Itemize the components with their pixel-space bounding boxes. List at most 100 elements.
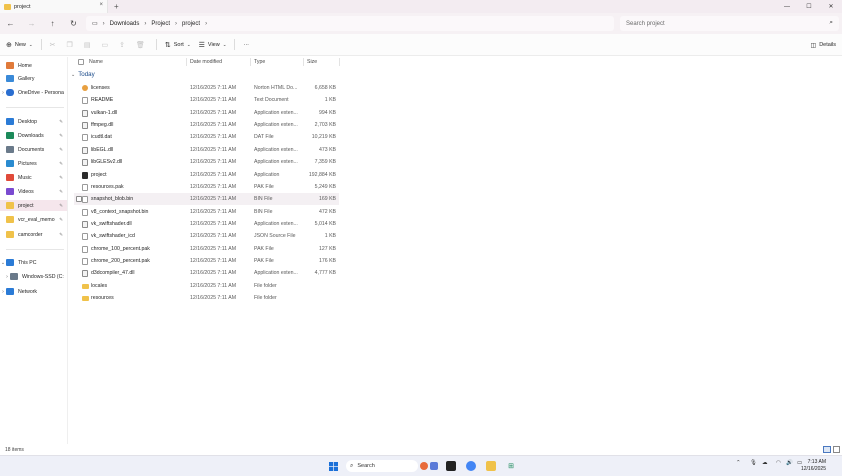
- share-button[interactable]: ⇪: [115, 34, 132, 56]
- new-tab-button[interactable]: +: [114, 2, 119, 11]
- cut-button[interactable]: ✂: [46, 34, 63, 56]
- wifi-icon[interactable]: ◠: [776, 460, 781, 466]
- breadcrumb-project[interactable]: project: [182, 21, 200, 27]
- table-row[interactable]: vk_swiftshader_icd 12/16/2025 7:11 AM JSON…: [74, 230, 339, 242]
- file-date-modified: 12/16/2025 7:11 AM: [190, 146, 237, 153]
- file-size: 1 KB: [324, 233, 336, 240]
- sidebar-item-downloads[interactable]: Downloads ✎: [0, 130, 67, 141]
- table-row[interactable]: libGLESv2.dll 12/16/2025 7:11 AM Applicati…: [74, 156, 339, 168]
- tab-close-icon[interactable]: ×: [99, 2, 103, 8]
- back-button[interactable]: ←: [0, 13, 21, 34]
- table-row[interactable]: README 12/16/2025 7:11 AM Text Document 1 K…: [74, 94, 339, 106]
- select-all-checkbox[interactable]: [78, 59, 84, 65]
- forward-button[interactable]: →: [21, 13, 42, 34]
- sidebar-item-label: Desktop: [18, 118, 38, 125]
- breadcrumb-downloads[interactable]: Downloads: [110, 21, 140, 27]
- copy-button[interactable]: ❐: [63, 34, 80, 56]
- breadcrumb-project-parent[interactable]: Project: [151, 21, 170, 27]
- app-icon[interactable]: ⊞: [506, 461, 516, 471]
- sidebar-item-label: Videos: [18, 188, 34, 195]
- sidebar-item-network[interactable]: › Network: [0, 286, 67, 297]
- file-type: BIN File: [254, 208, 273, 215]
- sidebar-item-project[interactable]: project ✎: [0, 200, 67, 211]
- divider: [303, 58, 304, 66]
- file-explorer-icon[interactable]: [486, 461, 496, 471]
- file-size: 10,219 KB: [311, 134, 336, 141]
- refresh-button[interactable]: ↻: [63, 13, 84, 34]
- sidebar-item-windows-ssd[interactable]: › Windows-SSD (C:: [0, 271, 67, 282]
- sidebar-item-gallery[interactable]: Gallery: [0, 73, 67, 84]
- table-row[interactable]: libEGL.dll 12/16/2025 7:11 AM Application …: [74, 144, 339, 156]
- rename-button[interactable]: ▭: [97, 34, 115, 56]
- microphone-icon[interactable]: 🎙: [750, 460, 757, 466]
- table-row[interactable]: ffmpeg.dll 12/16/2025 7:11 AM Application …: [74, 119, 339, 131]
- sidebar-item-documents[interactable]: Documents ✎: [0, 144, 67, 155]
- command-bar: ⊕ New ⌄ ✂ ❐ ▤ ▭ ⇪ 🗑 ⇅ Sort ⌄ ☰ View ⌄ ··…: [0, 34, 842, 56]
- chrome-icon[interactable]: [466, 461, 476, 471]
- file-date-modified: 12/16/2025 7:11 AM: [190, 97, 237, 104]
- clock[interactable]: 7:13 AM 12/16/2025: [801, 459, 826, 472]
- sidebar-item-videos[interactable]: Videos ✎: [0, 186, 67, 197]
- arrow-right-icon: →: [27, 19, 36, 28]
- file-name: resources: [91, 295, 114, 302]
- minimize-button[interactable]: —: [776, 0, 798, 13]
- sidebar-item-vcr-eval-memo[interactable]: vcr_eval_memo ✎: [0, 214, 67, 225]
- sidebar-item-home[interactable]: Home: [0, 60, 67, 71]
- file-icon: [82, 134, 88, 142]
- delete-button[interactable]: 🗑: [132, 34, 152, 56]
- more-options-button[interactable]: ···: [239, 34, 253, 56]
- file-name: d3dcompiler_47.dll: [91, 270, 135, 277]
- start-button[interactable]: [328, 461, 338, 471]
- sidebar-item-pictures[interactable]: Pictures ✎: [0, 158, 67, 169]
- table-row[interactable]: locales 12/16/2025 7:11 AM File folder: [74, 280, 339, 292]
- details-view-button[interactable]: [823, 446, 831, 453]
- sort-button[interactable]: ⇅ Sort ⌄: [161, 34, 195, 56]
- chevron-up-icon[interactable]: ⌃: [736, 460, 741, 466]
- search-input[interactable]: Search project ⌕: [620, 16, 839, 31]
- tab-project[interactable]: project ×: [0, 0, 108, 13]
- pin-icon: ✎: [59, 231, 63, 237]
- table-row[interactable]: v8_context_snapshot.bin 12/16/2025 7:11 A…: [74, 206, 339, 218]
- details-button[interactable]: ◫ Details: [811, 34, 836, 56]
- view-button[interactable]: ☰ View ⌄: [195, 34, 231, 56]
- column-header-name[interactable]: Name: [89, 59, 103, 65]
- new-button[interactable]: ⊕ New ⌄: [2, 34, 37, 56]
- breadcrumb[interactable]: ▭ › Downloads › Project › project ›: [86, 16, 614, 31]
- arrow-up-icon: ↑: [50, 19, 55, 28]
- taskbar-search[interactable]: ⌕ Search: [346, 460, 418, 472]
- paste-button[interactable]: ▤: [80, 34, 98, 56]
- table-row[interactable]: vulkan-1.dll 12/16/2025 7:11 AM Applicatio…: [74, 107, 339, 119]
- widgets-icon[interactable]: [420, 462, 428, 470]
- table-row[interactable]: chrome_200_percent.pak 12/16/2025 7:11 AM…: [74, 255, 339, 267]
- close-button[interactable]: ✕: [820, 0, 842, 13]
- dll-file-icon: [82, 109, 88, 117]
- volume-icon[interactable]: 🔊: [786, 460, 793, 466]
- table-row[interactable]: chrome_100_percent.pak 12/16/2025 7:11 AM…: [74, 243, 339, 255]
- table-row[interactable]: resources.pak 12/16/2025 7:11 AM PAK File 5…: [74, 181, 339, 193]
- table-row[interactable]: resources 12/16/2025 7:11 AM File folder: [74, 292, 339, 304]
- sidebar-item-music[interactable]: Music ✎: [0, 172, 67, 183]
- sidebar-item-onedrive[interactable]: › OneDrive - Persona: [0, 87, 67, 98]
- table-row[interactable]: project 12/16/2025 7:11 AM Application 192,…: [74, 169, 339, 181]
- sidebar-item-this-pc[interactable]: ⌄ This PC: [0, 257, 67, 268]
- windows-logo-icon: [328, 461, 338, 471]
- file-type: Application exten...: [254, 220, 298, 227]
- table-row[interactable]: d3dcompiler_47.dll 12/16/2025 7:11 AM Appl…: [74, 267, 339, 279]
- group-header-today[interactable]: ⌄ Today: [71, 71, 95, 78]
- table-row[interactable]: icudtl.dat 12/16/2025 7:11 AM DAT File 10,2…: [74, 131, 339, 143]
- up-button[interactable]: ↑: [42, 13, 63, 34]
- copilot-icon[interactable]: [430, 462, 438, 470]
- pin-icon: ✎: [59, 160, 63, 166]
- table-row[interactable]: snapshot_blob.bin 12/16/2025 7:11 AM BIN F…: [74, 193, 339, 206]
- column-header-size[interactable]: Size: [307, 59, 317, 65]
- tiles-view-button[interactable]: [833, 446, 840, 453]
- column-header-type[interactable]: Type: [254, 59, 265, 65]
- sidebar-item-camcorder[interactable]: camcorder ✎: [0, 229, 67, 240]
- sidebar-item-desktop[interactable]: Desktop ✎: [0, 116, 67, 127]
- terminal-icon[interactable]: [446, 461, 456, 471]
- maximize-button[interactable]: ☐: [798, 0, 820, 13]
- cloud-icon[interactable]: ☁: [762, 460, 768, 466]
- table-row[interactable]: licenses 12/16/2025 7:11 AM Norton HTML Do…: [74, 82, 339, 94]
- table-row[interactable]: vk_swiftshader.dll 12/16/2025 7:11 AM Appl…: [74, 218, 339, 230]
- column-header-date[interactable]: Date modified: [190, 59, 222, 65]
